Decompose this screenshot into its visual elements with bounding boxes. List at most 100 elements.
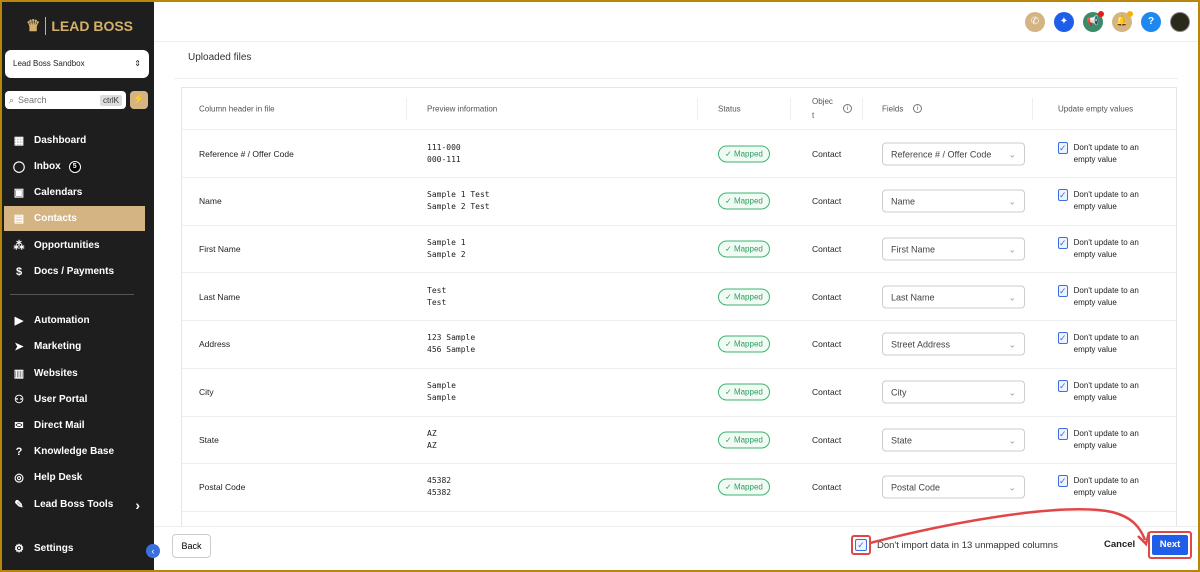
contacts-icon: ▤: [13, 213, 25, 225]
update-empty-checkbox[interactable]: ✓: [1058, 236, 1068, 249]
info-icon[interactable]: i: [843, 104, 852, 113]
field-select[interactable]: Postal Code ⌄: [882, 475, 1025, 499]
preview-cell: 45382 45382: [427, 476, 452, 498]
chevron-down-icon: ⌄: [1008, 149, 1016, 159]
field-select[interactable]: Last Name ⌄: [882, 285, 1025, 309]
helpdesk-icon: ◎: [14, 472, 24, 484]
field-select[interactable]: Name ⌄: [882, 189, 1025, 213]
dashboard-icon: ▦: [13, 135, 25, 147]
column-header-cell: First Name: [199, 243, 241, 254]
object-cell: Contact: [812, 482, 842, 493]
chevron-down-icon: ⌄: [1008, 292, 1016, 303]
column-header-cell: City: [199, 387, 214, 397]
chevron-updown-icon: ⇕: [134, 59, 141, 68]
field-select[interactable]: First Name ⌄: [882, 237, 1025, 261]
search-input[interactable]: ⌕ Search ctrlK: [5, 91, 126, 109]
bell-icon[interactable]: 🔔: [1112, 11, 1133, 32]
preview-cell: Sample 1 Sample 2: [427, 237, 466, 259]
sidebar-item-opportunities[interactable]: ⁂ Opportunities: [2, 233, 154, 258]
field-select[interactable]: Reference # / Offer Code ⌄: [882, 142, 1025, 165]
chevron-down-icon: ⌄: [1008, 387, 1016, 398]
sidebar-item-automation[interactable]: ▶ Automation: [2, 308, 154, 333]
status-badge: ✓ Mapped: [718, 145, 770, 162]
sidebar-item-marketing[interactable]: ➤ Marketing: [2, 334, 154, 359]
phone-icon[interactable]: ✆: [1025, 12, 1045, 32]
chevron-down-icon: ⌄: [1008, 482, 1016, 493]
cancel-button[interactable]: Cancel: [1104, 539, 1135, 550]
table-row: First Name Sample 1 Sample 2 ✓ Mapped Con…: [182, 225, 1176, 274]
sidebar-item-websites[interactable]: ▥ Websites: [2, 361, 154, 386]
update-empty-checkbox[interactable]: ✓: [1058, 284, 1068, 297]
object-cell: Contact: [812, 291, 842, 302]
column-header-cell: Reference # / Offer Code: [199, 148, 294, 159]
sidebar-item-inbox[interactable]: ◯ Inbox 5: [2, 154, 154, 179]
websites-icon: ▥: [13, 368, 25, 380]
unmapped-checkbox[interactable]: ✓: [855, 539, 867, 551]
knowledge-icon: ?: [15, 445, 23, 458]
update-empty-checkbox[interactable]: ✓: [1058, 475, 1068, 488]
column-header-cell: Name: [199, 196, 222, 207]
sidebar: ♛ LEAD BOSS Lead Boss Sandbox ⇕ ⌕ Search ctr…: [2, 2, 154, 570]
quick-action-button[interactable]: ⚡: [130, 91, 148, 109]
crown-icon: ♛: [26, 18, 41, 35]
mail-icon: ✉: [14, 420, 24, 432]
chevron-down-icon: ⌄: [1008, 339, 1016, 350]
field-select[interactable]: Street Address ⌄: [882, 332, 1025, 356]
info-icon[interactable]: i: [913, 104, 922, 113]
chevron-down-icon: ⌄: [1008, 244, 1016, 255]
main-content: Uploaded files Column header in file Pre…: [154, 43, 1198, 526]
status-badge: ✓ Mapped: [718, 431, 770, 449]
sidebar-item-lead-boss-tools[interactable]: ✎ Lead Boss Tools ›: [2, 492, 154, 517]
update-empty-checkbox[interactable]: ✓: [1058, 380, 1068, 392]
column-header-cell: Address: [199, 339, 231, 350]
megaphone-icon[interactable]: 📢: [1083, 11, 1104, 32]
table-row: Reference # / Offer Code 111-000 000-111 …: [182, 130, 1176, 178]
field-select[interactable]: State ⌄: [882, 428, 1025, 452]
opportunities-icon: ⁂: [13, 240, 25, 252]
status-badge: ✓ Mapped: [718, 383, 770, 401]
object-cell: Contact: [812, 196, 842, 207]
status-badge: ✓ Mapped: [718, 478, 770, 496]
back-button[interactable]: Back: [172, 534, 211, 558]
sidebar-item-docs-payments[interactable]: $ Docs / Payments: [2, 259, 154, 284]
update-empty-checkbox[interactable]: ✓: [1058, 332, 1068, 345]
status-badge: ✓ Mapped: [718, 335, 770, 353]
collapse-sidebar-button[interactable]: ‹: [146, 544, 160, 558]
help-icon[interactable]: ?: [1141, 12, 1161, 32]
avatar[interactable]: [1170, 12, 1190, 32]
table-row: Name Sample 1 Test Sample 2 Test ✓ Mapped…: [182, 178, 1176, 226]
table-row: State AZ AZ ✓ Mapped Contact State ⌄ ✓ Don'…: [182, 416, 1176, 465]
table-header: Column header in file Preview informatio…: [182, 88, 1176, 130]
table-row: City Sample Sample ✓ Mapped Contact City ⌄…: [182, 369, 1176, 417]
update-empty-checkbox[interactable]: ✓: [1058, 427, 1068, 440]
update-empty-checkbox[interactable]: ✓: [1058, 141, 1068, 154]
calendar-icon: ▣: [13, 187, 25, 199]
docs-icon: $: [15, 265, 23, 278]
sparkle-icon[interactable]: ✦: [1054, 12, 1074, 32]
top-bar: ✆ ✦ 📢 🔔 ?: [154, 2, 1198, 42]
next-button[interactable]: Next: [1148, 531, 1192, 559]
sidebar-item-calendars[interactable]: ▣ Calendars: [2, 180, 154, 205]
brand-logo[interactable]: ♛ LEAD BOSS: [26, 16, 133, 36]
sidebar-item-dashboard[interactable]: ▦ Dashboard: [2, 128, 154, 153]
status-badge: ✓ Mapped: [718, 240, 770, 258]
field-select[interactable]: City ⌄: [882, 380, 1025, 404]
preview-cell: Sample Sample: [427, 381, 456, 402]
status-badge: ✓ Mapped: [718, 288, 770, 306]
object-cell: Contact: [812, 243, 842, 254]
sidebar-item-contacts[interactable]: ▤ Contacts: [4, 206, 145, 231]
account-switcher[interactable]: Lead Boss Sandbox ⇕: [5, 50, 149, 78]
preview-cell: 111-000 000-111: [427, 142, 461, 164]
marketing-icon: ➤: [14, 341, 24, 353]
sidebar-item-user-portal[interactable]: ⚇ User Portal: [2, 387, 154, 412]
sidebar-item-help-desk[interactable]: ◎ Help Desk: [2, 465, 154, 490]
sidebar-item-knowledge-base[interactable]: ? Knowledge Base: [2, 439, 154, 464]
page-title: Uploaded files: [188, 52, 252, 63]
inbox-count-badge: 5: [68, 160, 81, 173]
column-header-cell: Last Name: [199, 291, 241, 302]
sidebar-item-settings[interactable]: ⚙ Settings: [2, 536, 154, 561]
chevron-down-icon: ⌄: [1008, 196, 1016, 207]
status-badge: ✓ Mapped: [718, 192, 770, 210]
sidebar-item-direct-mail[interactable]: ✉ Direct Mail: [2, 413, 154, 438]
update-empty-checkbox[interactable]: ✓: [1058, 189, 1068, 202]
